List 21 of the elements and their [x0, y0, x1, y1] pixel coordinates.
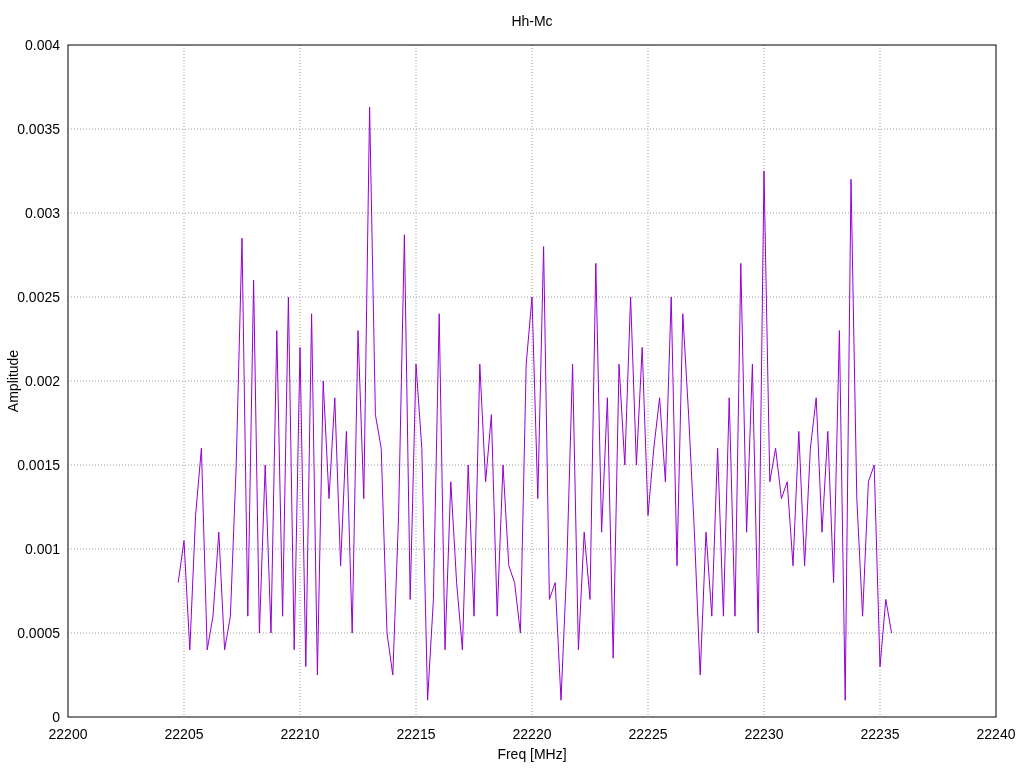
tick-label: 0.0005	[17, 625, 60, 641]
tick-label: 0.0015	[17, 457, 60, 473]
tick-label: 22210	[280, 726, 320, 742]
tick-label: 0.0025	[17, 289, 60, 305]
tick-label: 22230	[744, 726, 784, 742]
tick-label: 22205	[164, 726, 204, 742]
tick-label: 0.001	[24, 541, 60, 557]
axis-title: Freq [MHz]	[497, 746, 567, 762]
tick-label: 22215	[396, 726, 436, 742]
tick-label: 0	[52, 709, 60, 725]
tick-label: 0.003	[24, 205, 60, 221]
tick-label: 22240	[976, 726, 1016, 742]
axis-title: Amplitude	[5, 349, 21, 413]
tick-label: 22235	[860, 726, 900, 742]
tick-label: 0.004	[24, 37, 60, 53]
tick-label: 22200	[48, 726, 88, 742]
tick-label: 22220	[512, 726, 552, 742]
tick-label: 0.002	[24, 373, 60, 389]
tick-label: 22225	[628, 726, 668, 742]
tick-label: 0.0035	[17, 121, 60, 137]
chart-title: Hh-Mc	[511, 13, 553, 29]
